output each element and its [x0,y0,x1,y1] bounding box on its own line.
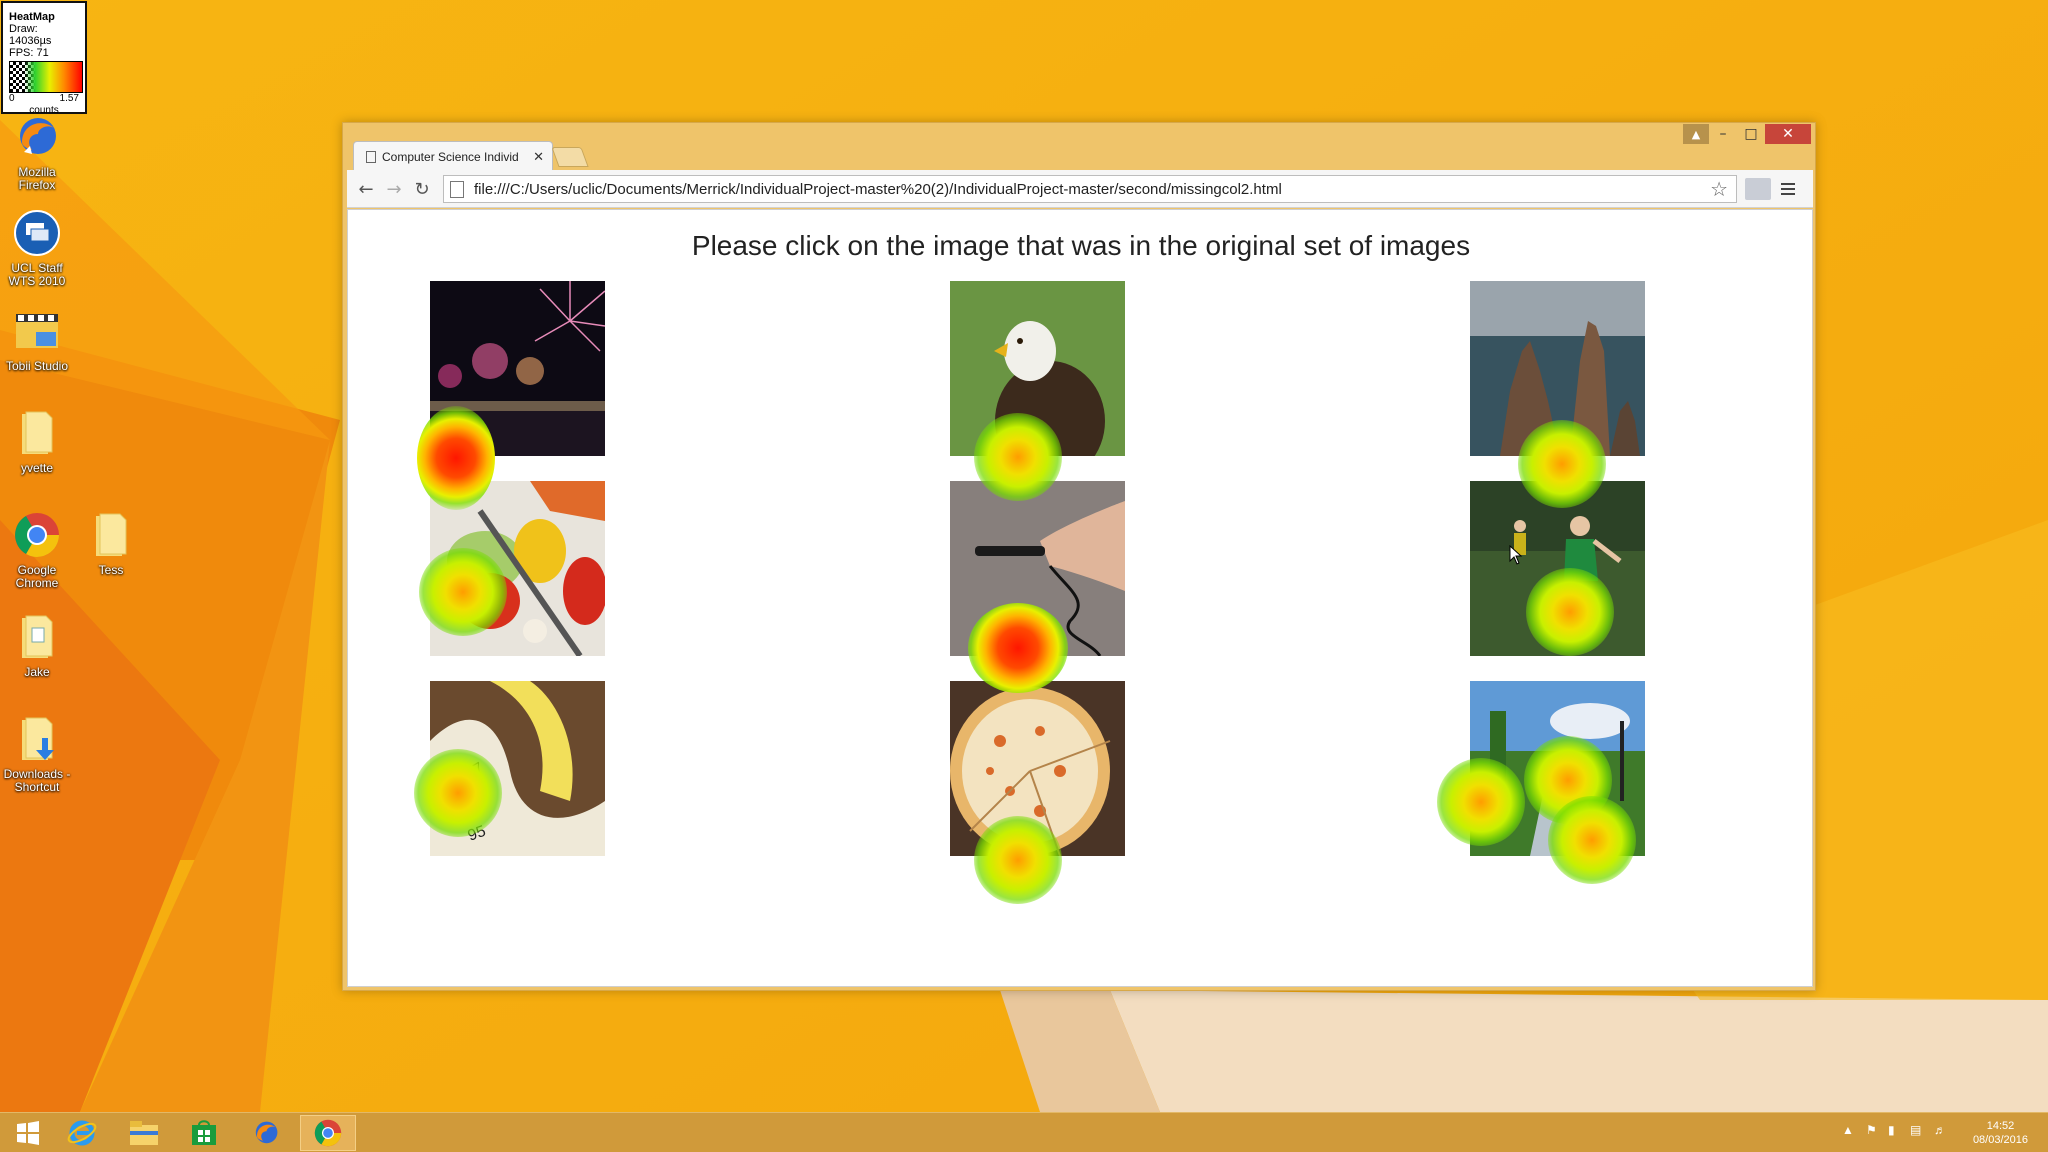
taskbar-file-explorer[interactable] [116,1115,172,1151]
desktop-icon-tess[interactable]: Tess [74,510,148,577]
desktop-icon-label: Tobii Studio [5,359,69,373]
page-icon [366,150,376,163]
extension-icon[interactable] [1745,178,1771,200]
heatmap-draw-time: Draw: 14036µs [9,23,52,47]
taskbar-clock[interactable]: 14:52 08/03/2016 [1973,1119,2028,1147]
taskbar-firefox[interactable] [238,1115,294,1151]
clock-time: 14:52 [1986,1120,2015,1132]
close-tab-icon[interactable]: ✕ [533,149,544,165]
desktop-icon-ucl[interactable]: UCL Staff WTS 2010 [0,208,74,288]
folder-icon [12,408,62,458]
power-icon[interactable]: ▮ [1888,1123,1895,1137]
page-heading: Please click on the image that was in th… [691,230,1471,261]
address-bar[interactable]: file:///C:/Users/uclic/Documents/Merrick… [443,175,1737,203]
desktop-icon-tobii[interactable]: Tobii Studio [0,306,74,373]
menu-icon[interactable] [1777,178,1799,200]
start-button[interactable] [0,1115,56,1151]
clock-date: 08/03/2016 [1972,1134,2028,1146]
reload-button[interactable]: ↻ [409,176,435,202]
store-icon [192,1120,216,1145]
remote-desktop-icon [12,208,62,258]
page-icon [450,180,464,198]
page-content: Please click on the image that was in th… [347,209,1813,987]
image-fireworks[interactable] [430,281,605,456]
desktop-icon-downloads[interactable]: Downloads - Shortcut [0,714,74,794]
folder-icon [12,612,62,662]
tab-title: Computer Science Individ [382,149,519,164]
desktop-icon-label: UCL Staff WTS 2010 [8,261,66,288]
browser-toolbar: ← → ↻ file:///C:/Users/uclic/Documents/M… [347,170,1813,208]
network-icon[interactable]: ▤ [1910,1123,1921,1137]
taskbar-chrome[interactable] [300,1115,356,1151]
heatmap-fps: FPS: 71 [9,47,49,59]
image-park-path[interactable] [1470,681,1645,856]
firefox-icon [255,1121,278,1144]
image-vegetables[interactable] [430,481,605,656]
browser-window: ▲ – □ ✕ Computer Science Individ ✕ ← → ↻… [342,122,1816,991]
taskbar: ▲ ⚑ ▮ ▤ ♬ 14:52 08/03/2016 [0,1112,2048,1152]
downloads-folder-icon [12,714,62,764]
chrome-icon [314,1119,342,1147]
action-center-flag-icon[interactable]: ⚑ [1866,1123,1877,1137]
desktop-icon-label: Jake [24,665,50,679]
tab-active[interactable]: Computer Science Individ ✕ [353,141,553,171]
chrome-icon [12,510,62,560]
mouse-cursor-icon [1509,545,1523,565]
taskbar-internet-explorer[interactable] [54,1115,110,1151]
url-text: file:///C:/Users/uclic/Documents/Merrick… [474,180,1282,198]
taskbar-store[interactable] [176,1115,232,1151]
image-hand-with-plug[interactable] [950,481,1125,656]
image-eagle[interactable] [950,281,1125,456]
desktop-icon-label: Google Chrome [15,563,59,590]
desktop-icon-chrome[interactable]: Google Chrome [0,510,74,590]
desktop-icon-label: Downloads - Shortcut [3,767,71,794]
folder-icon [86,510,136,560]
forward-button[interactable]: → [381,176,407,202]
image-tape-measure[interactable]: 66 97 95 [430,681,605,856]
heatmap-scale-min: 0 [9,93,15,104]
volume-icon[interactable]: ♬ [1934,1123,1946,1137]
image-sea-stacks[interactable] [1470,281,1645,456]
desktop-icon-label: yvette [20,461,53,475]
image-pizza[interactable] [950,681,1125,856]
bookmark-star-icon[interactable]: ☆ [1702,177,1736,201]
desktop-icon-jake[interactable]: Jake [0,612,74,679]
windows-logo-icon [17,1121,39,1145]
back-button[interactable]: ← [353,176,379,202]
clapperboard-icon [12,306,62,356]
heatmap-color-scale [9,61,83,93]
show-hidden-icons-button[interactable]: ▲ [1842,1123,1854,1137]
firefox-icon [12,112,62,162]
file-explorer-icon [130,1121,158,1145]
desktop-icon-label: Mozilla Firefox [18,165,56,192]
desktop-icon-label: Tess [98,563,124,577]
new-tab-button[interactable] [551,147,589,167]
maximize-button[interactable]: □ [1737,124,1765,144]
close-window-button[interactable]: ✕ [1765,124,1811,144]
image-boy-playing-football[interactable] [1470,481,1645,656]
heatmap-legend-title: HeatMap [9,11,55,23]
minimize-button[interactable]: – [1709,124,1737,144]
desktop-icon-yvette[interactable]: yvette [0,408,74,475]
user-profile-button[interactable]: ▲ [1683,124,1709,144]
desktop-icon-firefox[interactable]: Mozilla Firefox [0,112,74,192]
heatmap-legend: HeatMap Draw: 14036µs FPS: 71 0 1.57 cou… [1,1,87,116]
heatmap-scale-max: 1.57 [59,93,79,104]
internet-explorer-icon [67,1120,97,1146]
